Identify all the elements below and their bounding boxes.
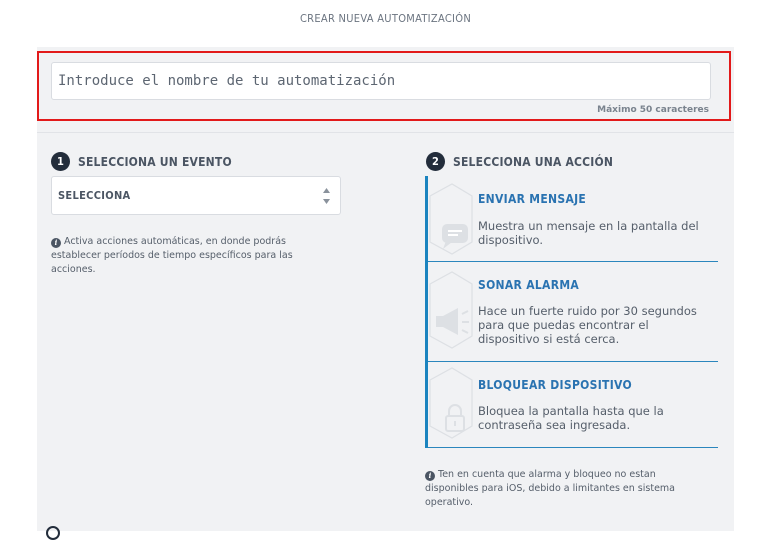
max-length-hint: Máximo 50 caracteres bbox=[597, 105, 709, 115]
action-title: SONAR ALARMA bbox=[478, 278, 580, 292]
action-step-header: 2 SELECCIONA UNA ACCIÓN bbox=[426, 152, 613, 171]
action-description: Hace un fuerte ruido por 30 segundos par… bbox=[478, 304, 697, 346]
page-title: CREAR NUEVA AUTOMATIZACIÓN bbox=[299, 12, 472, 25]
page-header: CREAR NUEVA AUTOMATIZACIÓN bbox=[0, 0, 771, 46]
event-step-header: 1 SELECCIONA UN EVENTO bbox=[51, 152, 232, 171]
event-step-title: SELECCIONA UN EVENTO bbox=[78, 154, 232, 169]
info-icon: i bbox=[51, 238, 61, 248]
action-info-note: i Ten en cuenta que alarma y bloqueo no e… bbox=[425, 468, 700, 510]
action-list: ENVIAR MENSAJE Muestra un mensaje en la … bbox=[425, 176, 718, 448]
event-select[interactable]: SELECCIONA bbox=[51, 176, 341, 215]
step-number-badge: 1 bbox=[51, 152, 70, 171]
automation-name-input[interactable] bbox=[51, 62, 711, 100]
action-description: Muestra un mensaje en la pantalla del di… bbox=[478, 219, 699, 247]
action-description: Bloquea la pantalla hasta que la contras… bbox=[478, 404, 664, 432]
section-divider bbox=[37, 132, 734, 133]
action-step-title: SELECCIONA UNA ACCIÓN bbox=[453, 154, 614, 169]
action-sound-alarm[interactable]: SONAR ALARMA Hace un fuerte ruido por 30… bbox=[428, 262, 718, 362]
action-send-message[interactable]: ENVIAR MENSAJE Muestra un mensaje en la … bbox=[428, 176, 718, 262]
action-lock-device[interactable]: BLOQUEAR DISPOSITIVO Bloquea la pantalla… bbox=[428, 362, 718, 448]
action-note-text: Ten en cuenta que alarma y bloqueo no es… bbox=[425, 469, 675, 508]
event-info-note: i Activa acciones automáticas, en donde p… bbox=[51, 235, 321, 277]
action-title: BLOQUEAR DISPOSITIVO bbox=[478, 378, 632, 392]
message-icon bbox=[429, 183, 473, 255]
action-title: ENVIAR MENSAJE bbox=[478, 192, 587, 206]
event-select-value: SELECCIONA bbox=[58, 189, 131, 202]
event-note-text: Activa acciones automáticas, en donde po… bbox=[51, 236, 293, 275]
next-step-badge bbox=[46, 526, 60, 540]
step-number-badge: 2 bbox=[426, 152, 445, 171]
select-arrows-icon bbox=[323, 188, 330, 204]
info-icon: i bbox=[425, 471, 435, 481]
automation-name-section: Máximo 50 caracteres bbox=[37, 51, 731, 121]
megaphone-icon bbox=[429, 271, 473, 349]
lock-icon bbox=[429, 367, 473, 439]
